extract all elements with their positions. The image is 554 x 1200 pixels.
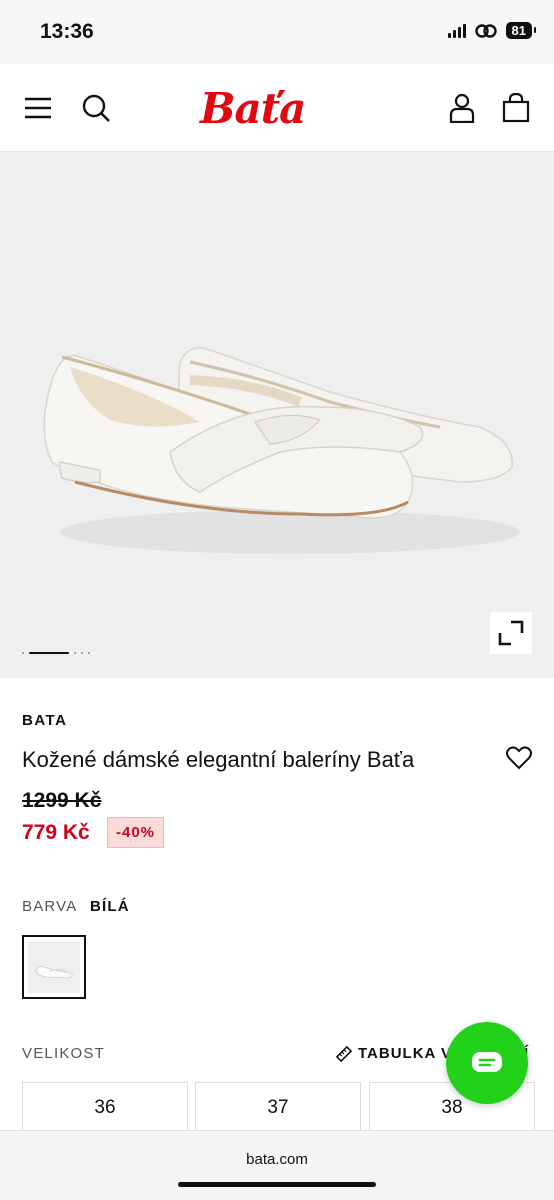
product-brand: BATA <box>22 712 68 729</box>
signal-icon <box>447 23 466 38</box>
account-icon[interactable] <box>446 92 478 124</box>
color-label: BARVA <box>22 898 78 915</box>
battery-icon: 81 <box>505 22 537 39</box>
product-image-gallery[interactable] <box>0 152 554 678</box>
chat-icon <box>472 1052 502 1072</box>
url-text[interactable]: bata.com <box>0 1151 554 1168</box>
size-option[interactable]: 36 <box>22 1082 188 1134</box>
size-option[interactable]: 37 <box>195 1082 361 1134</box>
chat-button[interactable] <box>446 1022 528 1104</box>
color-swatch[interactable] <box>22 935 86 999</box>
menu-icon[interactable] <box>22 92 54 124</box>
gallery-pagination[interactable] <box>22 652 90 654</box>
sale-price: 779 Kč <box>22 821 90 844</box>
heart-icon[interactable] <box>506 746 532 775</box>
status-icons: 81 <box>447 22 537 39</box>
bata-logo[interactable]: Baťa <box>200 84 306 133</box>
link-icon <box>474 23 497 38</box>
status-bar: 13:36 81 <box>0 0 554 64</box>
product-image <box>43 347 520 554</box>
home-indicator[interactable] <box>178 1182 376 1187</box>
product-title: Kožené dámské elegantní baleríny Baťa <box>22 747 415 772</box>
cart-icon[interactable] <box>500 92 532 124</box>
status-time: 13:36 <box>40 20 94 43</box>
original-price: 1299 Kč <box>22 789 102 812</box>
search-icon[interactable] <box>80 92 112 124</box>
expand-icon[interactable] <box>490 612 532 654</box>
discount-badge: -40% <box>107 817 165 848</box>
ruler-icon <box>336 1045 352 1062</box>
color-value: BÍLÁ <box>90 898 130 915</box>
browser-url-bar[interactable]: bata.com <box>0 1130 554 1200</box>
site-header: Baťa <box>0 64 554 152</box>
size-label: VELIKOST <box>22 1045 105 1062</box>
swatch-thumbnail <box>28 941 80 993</box>
